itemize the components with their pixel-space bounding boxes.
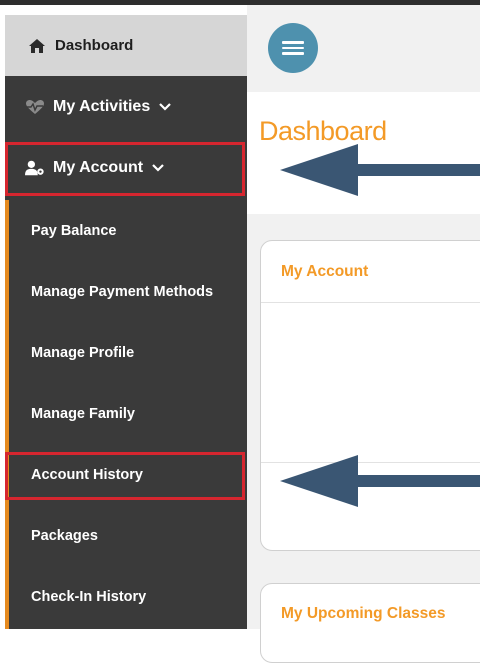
upcoming-classes-card-title: My Upcoming Classes — [281, 605, 446, 622]
menu-button[interactable] — [268, 23, 318, 73]
arrow-left-icon — [280, 144, 480, 196]
sidebar-item-label: Dashboard — [55, 37, 134, 54]
highlight-box-account-history — [5, 452, 245, 500]
sidebar-item-my-activities[interactable]: My Activities — [5, 76, 247, 137]
highlight-box-my-account — [5, 142, 245, 196]
sidebar: Dashboard My Activities My Account Pay B… — [5, 15, 247, 629]
chevron-down-icon — [158, 102, 172, 112]
card-divider — [261, 302, 480, 303]
submenu-item-pay-balance[interactable]: Pay Balance — [5, 200, 247, 261]
app-frame: Dashboard My Account My Upcoming Classes… — [0, 0, 480, 663]
arrow-left-icon — [280, 455, 480, 507]
submenu-item-manage-family[interactable]: Manage Family — [5, 383, 247, 444]
sidebar-item-dashboard[interactable]: Dashboard — [5, 15, 247, 76]
heartbeat-icon — [25, 99, 45, 115]
submenu-item-packages[interactable]: Packages — [5, 505, 247, 566]
upcoming-classes-card: My Upcoming Classes — [260, 583, 480, 663]
home-icon — [27, 38, 47, 54]
hamburger-menu-icon — [282, 38, 304, 58]
page-title: Dashboard — [259, 116, 387, 146]
my-account-card-title: My Account — [281, 263, 369, 280]
submenu-item-manage-profile[interactable]: Manage Profile — [5, 322, 247, 383]
submenu-item-check-in-history[interactable]: Check-In History — [5, 566, 247, 627]
submenu-item-manage-payment-methods[interactable]: Manage Payment Methods — [5, 261, 247, 322]
sidebar-item-label: My Activities — [53, 97, 151, 115]
